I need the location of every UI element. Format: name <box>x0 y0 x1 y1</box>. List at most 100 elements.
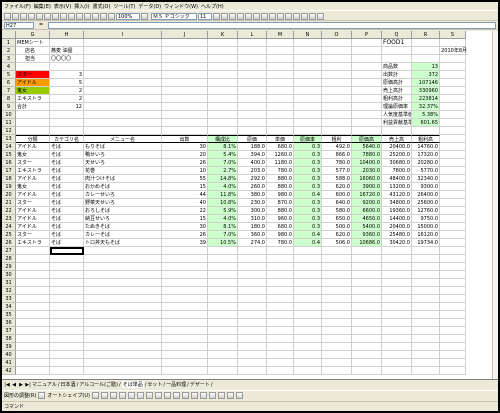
grid-cell[interactable] <box>16 303 50 311</box>
grid-cell[interactable] <box>208 303 238 311</box>
table-cell[interactable]: 4.0% <box>208 183 238 191</box>
grid-cell[interactable] <box>352 111 382 119</box>
open-icon[interactable] <box>12 12 19 20</box>
grid-cell[interactable] <box>238 287 267 295</box>
table-cell[interactable]: エキストラ <box>16 167 50 175</box>
grid-cell[interactable] <box>16 247 50 255</box>
table-cell[interactable]: 960.0 <box>267 215 294 223</box>
grid-cell[interactable] <box>412 351 440 359</box>
column-header[interactable]: S <box>440 31 466 39</box>
grid-cell[interactable] <box>352 255 382 263</box>
grid-cell[interactable] <box>238 119 267 127</box>
grid-cell[interactable] <box>208 351 238 359</box>
grid-cell[interactable] <box>412 295 440 303</box>
grid-cell[interactable] <box>382 351 412 359</box>
line-style-icon[interactable] <box>199 392 207 399</box>
table-cell[interactable]: 10400.0 <box>352 159 382 167</box>
table-cell[interactable]: 580.0 <box>322 207 352 215</box>
table-cell[interactable]: 30 <box>162 143 208 151</box>
table-cell[interactable]: 19360.0 <box>382 207 412 215</box>
grid-cell[interactable] <box>440 295 466 303</box>
grid-cell[interactable] <box>352 47 382 55</box>
grid-cell[interactable] <box>322 119 352 127</box>
grid-cell[interactable] <box>267 127 294 135</box>
grid-cell[interactable] <box>208 79 238 87</box>
grid-cell[interactable] <box>440 263 466 271</box>
table-header[interactable]: 売上高 <box>382 135 412 143</box>
grid-cell[interactable] <box>440 183 466 191</box>
grid-cell[interactable] <box>50 287 84 295</box>
grid-cell[interactable] <box>50 351 84 359</box>
grid-cell[interactable] <box>322 335 352 343</box>
table-cell[interactable]: 15000.0 <box>412 223 440 231</box>
grid-cell[interactable] <box>267 287 294 295</box>
sheet-tab-dishes[interactable]: 一品料理 <box>166 381 186 388</box>
table-header[interactable]: カテゴリ名 <box>50 135 84 143</box>
grid-cell[interactable] <box>238 127 267 135</box>
grid-cell[interactable] <box>267 71 294 79</box>
grid-cell[interactable] <box>162 111 208 119</box>
grid-cell[interactable] <box>352 247 382 255</box>
grid-cell[interactable] <box>267 263 294 271</box>
table-cell[interactable]: カレーそば <box>84 231 162 239</box>
grid-cell[interactable] <box>294 295 322 303</box>
grid-cell[interactable] <box>412 271 440 279</box>
grid-cell[interactable] <box>238 255 267 263</box>
column-header[interactable]: K <box>208 31 238 39</box>
grid-cell[interactable] <box>84 55 162 63</box>
table-header[interactable]: 単価 <box>267 135 294 143</box>
table-cell[interactable]: 0.3 <box>294 199 322 207</box>
grid-cell[interactable] <box>208 263 238 271</box>
table-cell[interactable]: 3900.0 <box>352 183 382 191</box>
column-header[interactable]: Q <box>382 31 412 39</box>
grid-cell[interactable] <box>84 335 162 343</box>
help-icon[interactable] <box>141 12 148 20</box>
grid-cell[interactable] <box>352 55 382 63</box>
grid-cell[interactable] <box>208 119 238 127</box>
grid-cell[interactable] <box>440 223 466 231</box>
table-cell[interactable]: そば <box>50 199 84 207</box>
grid-cell[interactable] <box>440 63 466 71</box>
grid-cell[interactable] <box>16 343 50 351</box>
grid-cell[interactable] <box>50 111 84 119</box>
grid-cell[interactable] <box>162 279 208 287</box>
grid-cell[interactable] <box>84 103 162 111</box>
grid-cell[interactable] <box>267 319 294 327</box>
grid-cell[interactable] <box>267 279 294 287</box>
row-header[interactable]: 15 <box>2 151 16 159</box>
grid-cell[interactable] <box>208 255 238 263</box>
table-cell[interactable]: そば <box>50 223 84 231</box>
table-cell[interactable]: 310.0 <box>238 215 267 223</box>
grid-cell[interactable] <box>440 231 466 239</box>
comma-icon[interactable] <box>285 12 292 20</box>
grid-cell[interactable] <box>322 271 352 279</box>
sum-icon[interactable] <box>92 12 99 20</box>
table-cell[interactable]: 2030.0 <box>352 167 382 175</box>
table-cell[interactable]: おろしそば <box>84 207 162 215</box>
row-header[interactable]: 35 <box>2 311 16 319</box>
grid-cell[interactable] <box>208 39 238 47</box>
grid-cell[interactable] <box>208 71 238 79</box>
grid-cell[interactable] <box>440 39 466 47</box>
grid-cell[interactable] <box>267 47 294 55</box>
menu-help[interactable]: ヘルプ(H) <box>201 3 224 10</box>
select-all-corner[interactable] <box>2 31 16 39</box>
table-cell[interactable]: アイドル <box>16 143 50 151</box>
grid-cell[interactable] <box>50 63 84 71</box>
sort-icon[interactable] <box>100 12 107 20</box>
grid-cell[interactable] <box>84 255 162 263</box>
grid-cell[interactable] <box>238 271 267 279</box>
grid-cell[interactable] <box>238 87 267 95</box>
save-icon[interactable] <box>20 12 27 20</box>
grid-cell[interactable] <box>352 327 382 335</box>
row-header[interactable]: 38 <box>2 335 16 343</box>
grid-cell[interactable] <box>440 287 466 295</box>
grid-cell[interactable] <box>412 327 440 335</box>
table-header[interactable]: 原価 <box>238 135 267 143</box>
grid-cell[interactable] <box>382 279 412 287</box>
table-cell[interactable]: そば <box>50 167 84 175</box>
table-cell[interactable]: アイドル <box>16 207 50 215</box>
table-cell[interactable]: 花巻 <box>84 167 162 175</box>
grid-cell[interactable] <box>267 271 294 279</box>
zoom-select[interactable]: 100% <box>116 12 140 20</box>
